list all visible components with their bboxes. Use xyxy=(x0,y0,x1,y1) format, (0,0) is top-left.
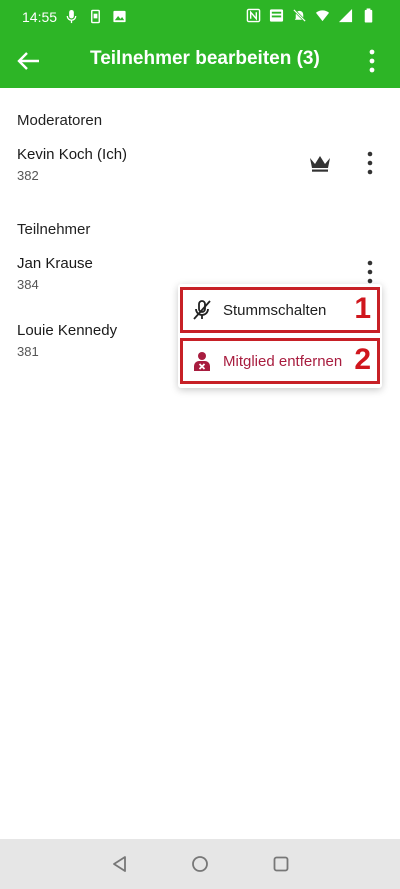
annotation-number: 1 xyxy=(354,292,371,325)
more-vert-icon[interactable] xyxy=(360,149,380,177)
mic-off-icon xyxy=(193,300,211,320)
participant-number: 382 xyxy=(17,168,39,183)
app-bar: Teilnehmer bearbeiten (3) xyxy=(0,34,400,88)
participant-context-menu: Stummschalten 1 Mitglied entfernen 2 xyxy=(178,284,382,388)
status-bar: 14:55 xyxy=(0,0,400,34)
remove-member-label: Mitglied entfernen xyxy=(223,352,343,370)
battery-icon xyxy=(364,8,373,23)
participants-header: Teilnehmer xyxy=(17,221,91,238)
more-vert-icon[interactable] xyxy=(368,47,376,75)
image-icon xyxy=(113,10,126,23)
annotation-number: 2 xyxy=(354,343,371,376)
participant-name: Jan Krause xyxy=(17,255,93,272)
remove-member-icon xyxy=(194,352,210,371)
mute-menu-item[interactable]: Stummschalten 1 xyxy=(180,287,380,333)
signal-icon xyxy=(338,8,353,23)
nav-home-icon[interactable] xyxy=(190,854,210,874)
nav-recents-icon[interactable] xyxy=(271,854,291,874)
participant-number: 384 xyxy=(17,277,39,292)
moderators-header: Moderatoren xyxy=(17,112,103,129)
participant-number: 381 xyxy=(17,344,39,359)
mute-icon xyxy=(293,9,306,22)
arrow-left-icon[interactable] xyxy=(16,49,42,73)
page-title: Teilnehmer bearbeiten (3) xyxy=(90,48,320,69)
app-screen: 14:55 Teilnehmer bearbeiten (3) Moderato… xyxy=(0,0,400,889)
system-nav-bar xyxy=(0,839,400,889)
remove-member-menu-item[interactable]: Mitglied entfernen 2 xyxy=(180,338,380,384)
sim-icon xyxy=(91,9,100,24)
volte-icon xyxy=(269,9,284,22)
more-vert-icon[interactable] xyxy=(360,258,380,286)
status-time: 14:55 xyxy=(22,9,58,25)
nav-back-icon[interactable] xyxy=(110,854,130,874)
crown-icon xyxy=(310,156,330,172)
wifi-icon xyxy=(315,10,330,22)
mute-label: Stummschalten xyxy=(223,301,327,319)
participant-name: Kevin Koch (Ich) xyxy=(17,146,128,163)
microphone-icon xyxy=(66,9,77,24)
nfc-icon xyxy=(246,8,261,23)
participant-name: Louie Kennedy xyxy=(17,322,118,339)
